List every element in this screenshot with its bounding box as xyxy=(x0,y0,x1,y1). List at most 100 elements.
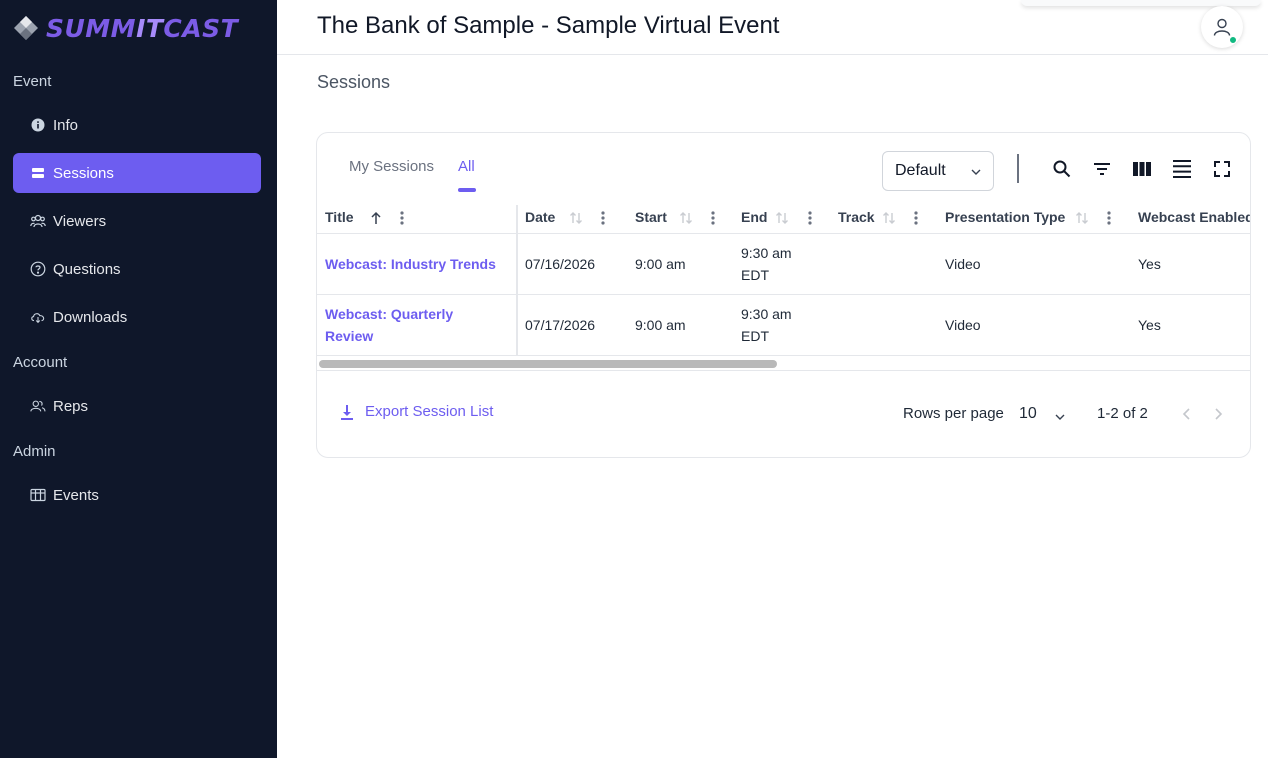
rows-per-page-select[interactable]: 10 xyxy=(1019,405,1071,429)
toolbar-divider xyxy=(1017,154,1019,183)
table-row[interactable]: Webcast: Industry Trends 07/16/2026 9:00… xyxy=(317,233,1250,294)
view-select-value: Default xyxy=(895,162,946,179)
sort-ascending-icon[interactable] xyxy=(369,210,383,226)
cell-end: 9:30 am EDT xyxy=(741,245,792,283)
cell-presentation-type: Video xyxy=(945,256,981,272)
chevron-down-icon xyxy=(971,169,981,175)
online-status-dot xyxy=(1229,36,1237,44)
section-title: Sessions xyxy=(317,72,391,92)
chevron-right-icon xyxy=(1215,408,1223,420)
users-icon xyxy=(30,213,46,229)
sidebar-item-viewers[interactable]: Viewers xyxy=(13,201,261,241)
column-header-end[interactable]: End xyxy=(741,209,767,225)
export-label: Export Session List xyxy=(365,403,494,420)
sidebar-item-label: Downloads xyxy=(53,308,128,326)
scrollbar-thumb[interactable] xyxy=(319,360,777,368)
sort-icon[interactable] xyxy=(678,210,694,226)
fullscreen-icon xyxy=(1214,161,1230,177)
columns-button[interactable] xyxy=(1130,157,1154,181)
cell-webcast-enabled: Yes xyxy=(1138,317,1161,333)
density-icon xyxy=(1173,160,1191,178)
density-button[interactable] xyxy=(1170,157,1194,181)
cell-presentation-type: Video xyxy=(945,317,981,333)
info-icon xyxy=(30,117,46,133)
logo-text: SUMMITCAST xyxy=(46,13,239,43)
previous-page-button[interactable] xyxy=(1177,404,1197,424)
active-tab-indicator xyxy=(458,188,476,192)
question-icon xyxy=(30,261,46,277)
rows-per-page-label: Rows per page xyxy=(903,405,1004,422)
session-title-link[interactable]: Webcast: Industry Trends xyxy=(325,253,496,275)
column-menu-icon[interactable] xyxy=(397,210,407,226)
sidebar-item-label: Info xyxy=(53,116,79,134)
column-header-date[interactable]: Date xyxy=(525,209,555,225)
cell-date: 07/17/2026 xyxy=(525,317,596,333)
column-header-presentation-type[interactable]: Presentation Type xyxy=(945,209,1065,225)
column-menu-icon[interactable] xyxy=(1104,210,1114,226)
sidebar-item-events[interactable]: Events xyxy=(13,475,261,515)
sidebar-item-downloads[interactable]: Downloads xyxy=(13,297,261,337)
column-header-track[interactable]: Track xyxy=(838,209,875,225)
columns-icon xyxy=(1133,162,1151,176)
cell-webcast-enabled: Yes xyxy=(1138,256,1161,272)
reps-icon xyxy=(30,398,46,414)
column-header-webcast-enabled[interactable]: Webcast Enabled xyxy=(1138,209,1250,225)
table-row[interactable]: Webcast: Quarterly Review 07/17/2026 9:00… xyxy=(317,294,1250,355)
column-menu-icon[interactable] xyxy=(598,210,608,226)
sort-icon[interactable] xyxy=(568,210,584,226)
session-title-link[interactable]: Webcast: Quarterly Review xyxy=(325,303,453,347)
table-header: Title Date Start End Track Presentation … xyxy=(317,203,1250,233)
cloud-download-icon xyxy=(30,309,46,325)
sidebar-item-label: Sessions xyxy=(53,164,114,182)
view-select[interactable]: Default xyxy=(882,151,994,191)
app-logo[interactable]: SUMMITCAST xyxy=(12,12,238,44)
table-icon xyxy=(30,487,46,503)
next-page-button[interactable] xyxy=(1208,404,1228,424)
header-popover-edge xyxy=(1021,0,1261,6)
sidebar-item-sessions[interactable]: Sessions xyxy=(13,153,261,193)
sort-icon[interactable] xyxy=(1074,210,1090,226)
export-session-list-button[interactable]: Export Session List xyxy=(339,403,493,420)
sidebar-item-label: Events xyxy=(53,486,99,504)
chevron-down-icon xyxy=(1055,414,1065,420)
download-icon xyxy=(341,404,353,420)
search-button[interactable] xyxy=(1050,157,1074,181)
rows-per-page-value: 10 xyxy=(1019,405,1037,422)
fullscreen-button[interactable] xyxy=(1210,157,1234,181)
chevron-left-icon xyxy=(1182,408,1190,420)
sidebar: SUMMITCAST Event Info Sessions Viewers Q… xyxy=(0,0,277,758)
sort-icon[interactable] xyxy=(881,210,897,226)
user-icon xyxy=(1213,18,1231,36)
user-menu-button[interactable] xyxy=(1201,6,1243,48)
logo-mark-icon xyxy=(14,16,38,40)
cell-start: 9:00 am xyxy=(635,256,686,272)
page-title: The Bank of Sample - Sample Virtual Even… xyxy=(317,12,780,39)
sidebar-item-questions[interactable]: Questions xyxy=(13,249,261,289)
sessions-card: My Sessions All Default Title Date Start… xyxy=(316,132,1251,458)
column-header-start[interactable]: Start xyxy=(635,209,667,225)
sidebar-item-info[interactable]: Info xyxy=(13,105,261,145)
column-menu-icon[interactable] xyxy=(708,210,718,226)
section-label-admin: Admin xyxy=(13,443,56,460)
sort-icon[interactable] xyxy=(774,210,790,226)
column-menu-icon[interactable] xyxy=(805,210,815,226)
filter-icon xyxy=(1094,163,1110,175)
column-menu-icon[interactable] xyxy=(911,210,921,226)
tab-my-sessions[interactable]: My Sessions xyxy=(349,158,434,175)
filter-button[interactable] xyxy=(1090,157,1114,181)
cell-end: 9:30 am EDT xyxy=(741,306,792,344)
sidebar-item-label: Viewers xyxy=(53,212,107,230)
sidebar-item-label: Questions xyxy=(53,260,121,278)
horizontal-scrollbar[interactable] xyxy=(317,355,1250,371)
sessions-icon xyxy=(30,165,46,181)
top-header: The Bank of Sample - Sample Virtual Even… xyxy=(277,0,1268,55)
sidebar-item-reps[interactable]: Reps xyxy=(13,386,261,426)
search-icon xyxy=(1053,160,1071,178)
pagination-range: 1-2 of 2 xyxy=(1097,405,1148,422)
section-label-account: Account xyxy=(13,354,68,371)
sidebar-item-label: Reps xyxy=(53,397,89,415)
section-label-event: Event xyxy=(13,73,52,90)
column-header-title[interactable]: Title xyxy=(325,209,354,225)
tab-all[interactable]: All xyxy=(458,158,475,175)
cell-date: 07/16/2026 xyxy=(525,256,596,272)
